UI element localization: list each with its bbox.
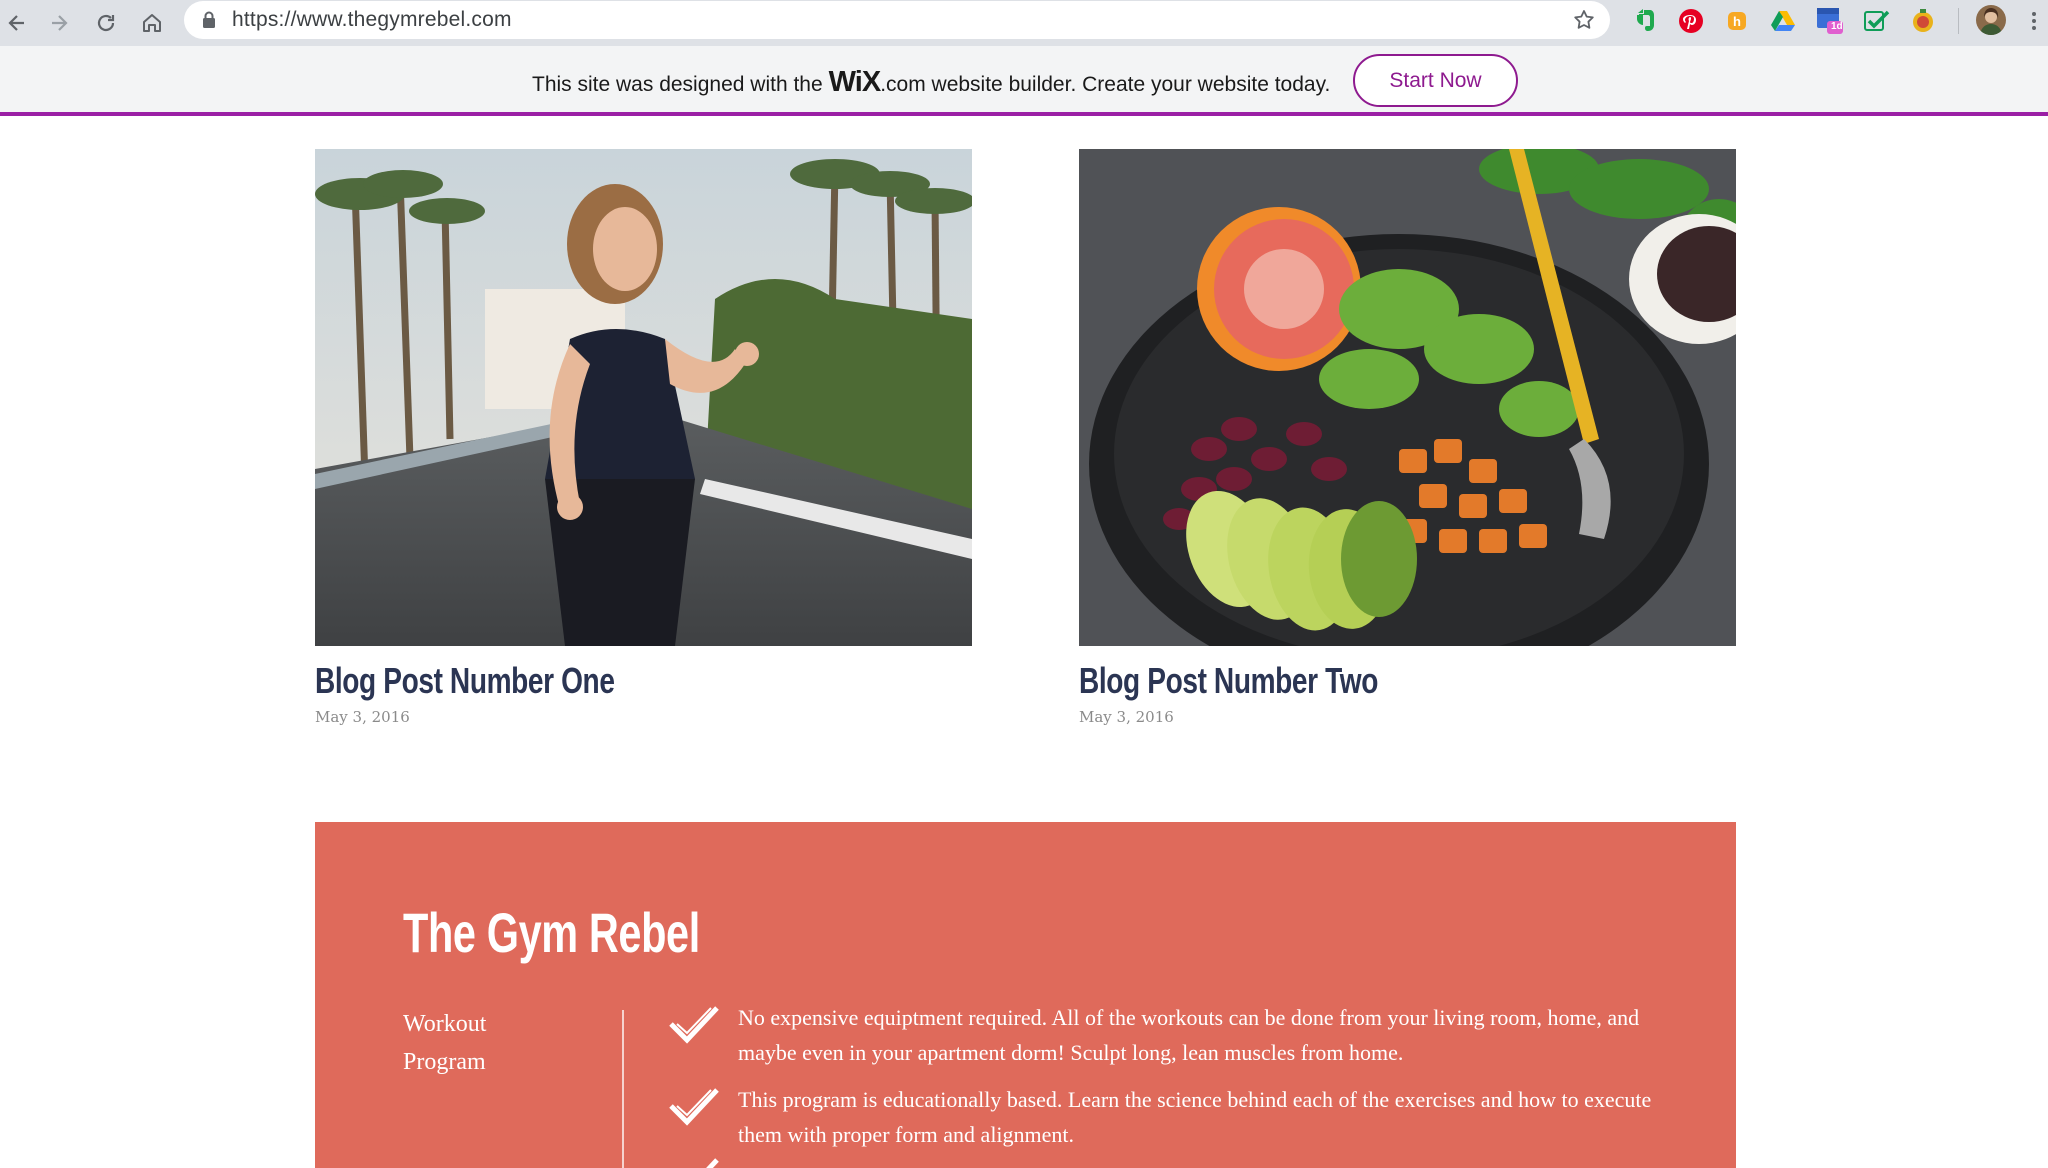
blog-post-title[interactable]: Blog Post Number Two [1079,660,1591,702]
back-icon[interactable] [0,6,34,40]
menu-kebab-icon[interactable] [2024,6,2044,36]
checkmark-icon [667,1084,721,1133]
home-icon[interactable] [135,6,169,40]
bookmark-star-icon[interactable] [1572,8,1596,37]
checkmark-icon [667,1002,721,1051]
blog-post-card[interactable]: Blog Post Number One May 3, 2016 [315,149,972,726]
calendar-badge: 1d [1831,21,1843,32]
rescuetime-extension-icon[interactable] [1908,6,1938,36]
wix-banner-message: This site was designed with the WiX .com… [532,66,1330,99]
wix-logo: WiX [828,66,882,98]
profile-avatar[interactable] [1976,5,2006,35]
pinterest-extension-icon[interactable] [1676,6,1706,36]
gym-rebel-promo-section: The Gym Rebel Workout Program No expensi… [315,822,1736,1168]
blog-post-title[interactable]: Blog Post Number One [315,660,827,702]
browser-toolbar: https://www.thegymrebel.com h 1d [0,0,2048,46]
lock-icon [202,11,216,34]
google-drive-extension-icon[interactable] [1768,6,1798,36]
evernote-extension-icon[interactable] [1630,6,1660,36]
promo-label: Workout Program [403,1011,487,1075]
checkmark-extension-icon[interactable] [1862,6,1892,36]
reload-icon[interactable] [89,6,123,40]
promo-title: The Gym Rebel [403,901,700,964]
calendar-extension-icon[interactable]: 1d [1814,6,1844,36]
blog-post-date: May 3, 2016 [1079,708,1174,726]
forward-icon[interactable] [42,6,76,40]
svg-text:h: h [1733,14,1741,29]
promo-divider [622,1010,624,1168]
start-now-button[interactable]: Start Now [1353,54,1518,107]
feature-text: No expensive equiptment required. All of… [738,1005,1640,1065]
wix-banner-text-after: .com website builder. Create your websit… [880,73,1331,96]
toolbar-divider [1958,8,1959,34]
honey-extension-icon[interactable]: h [1722,6,1752,36]
address-bar[interactable]: https://www.thegymrebel.com [184,1,1610,39]
blog-post-card[interactable]: Blog Post Number Two May 3, 2016 [1079,149,1736,726]
wix-banner-text-before: This site was designed with the [532,73,823,96]
blog-post-image-runner[interactable] [315,149,972,646]
checkmark-icon [667,1154,721,1168]
feature-text: This program is educationally based. Lea… [738,1087,1652,1147]
url-text[interactable]: https://www.thegymrebel.com [232,8,512,32]
blog-post-date: May 3, 2016 [315,708,410,726]
blog-post-image-salad-bowl[interactable] [1079,149,1736,646]
wix-ad-banner: This site was designed with the WiX .com… [0,46,2048,116]
